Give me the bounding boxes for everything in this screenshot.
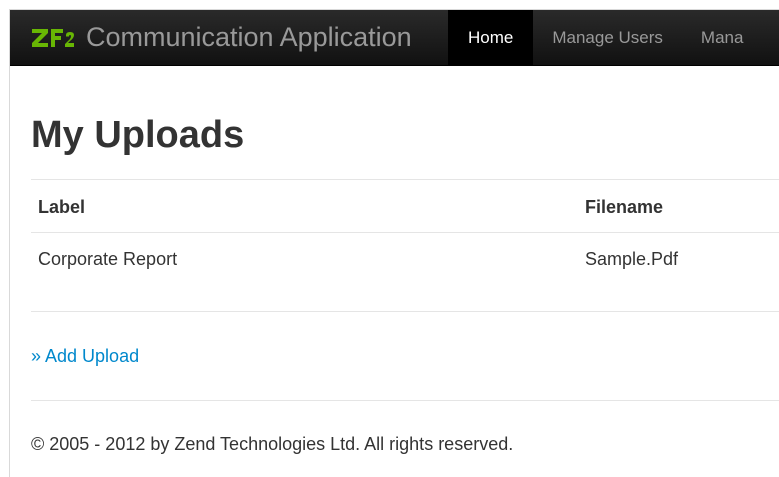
footer-divider: [31, 400, 779, 401]
column-header-filename: Filename: [585, 197, 664, 217]
table-header-divider: [31, 232, 779, 233]
footer-copyright: © 2005 - 2012 by Zend Technologies Ltd. …: [31, 434, 514, 454]
app-title: Communication Application: [86, 22, 412, 52]
zf2-logo-icon: [32, 29, 74, 47]
table-top-divider: [31, 179, 779, 180]
brand[interactable]: Communication Application: [30, 20, 412, 54]
browser-viewport: Communication Application Home Manage Us…: [9, 9, 779, 477]
nav-home[interactable]: Home: [448, 10, 534, 65]
main-nav: Home Manage Users Mana: [448, 10, 762, 65]
add-upload-link[interactable]: » Add Upload: [31, 346, 139, 367]
nav-manage-truncated[interactable]: Mana: [682, 10, 763, 65]
table-cell-filename: Sample.Pdf: [585, 249, 679, 269]
top-navbar: Communication Application Home Manage Us…: [10, 10, 779, 66]
page-title: My Uploads: [31, 114, 245, 156]
nav-manage-users[interactable]: Manage Users: [533, 10, 682, 65]
column-header-label: Label: [38, 197, 86, 217]
table-cell-label: Corporate Report: [38, 249, 178, 269]
section-divider: [31, 311, 779, 312]
